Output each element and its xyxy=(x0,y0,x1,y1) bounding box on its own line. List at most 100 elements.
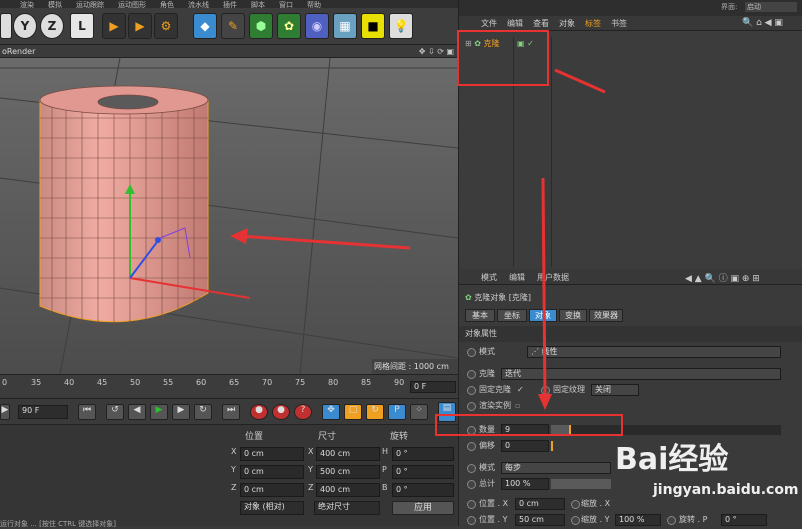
cube-icon[interactable]: ◆ xyxy=(193,13,217,39)
deformer-icon[interactable]: ◉ xyxy=(305,13,329,39)
attribute-nav-icons[interactable]: ◀ ▲ 🔍 ⓘ ▣ ⊕ ⊞ xyxy=(685,271,760,284)
object-menu-item[interactable]: 文件 xyxy=(481,16,497,31)
3d-viewport[interactable]: 网格间距 : 1000 cm xyxy=(0,58,458,374)
menu-item[interactable]: 运动跟踪 xyxy=(76,1,104,8)
position-input[interactable]: 0 cm xyxy=(240,465,304,479)
go-end-button[interactable]: ⏭ xyxy=(222,404,240,420)
subdivision-icon[interactable]: ⬢ xyxy=(249,13,273,39)
offset-slider[interactable] xyxy=(551,441,553,451)
rotate-key-icon[interactable]: ↻ xyxy=(366,404,384,420)
rotation-p-input[interactable]: 0 ° xyxy=(721,514,767,526)
menu-item[interactable]: 插件 xyxy=(223,1,237,8)
menu-item[interactable]: 模拟 xyxy=(48,1,62,8)
tab-0[interactable]: 基本 xyxy=(465,309,495,322)
mode-radio[interactable] xyxy=(467,348,476,357)
camera-icon[interactable]: ■ xyxy=(361,13,385,39)
position-y-radio[interactable] xyxy=(467,516,476,525)
scale-x-radio[interactable] xyxy=(571,500,580,509)
render-settings-button[interactable]: ⚙ xyxy=(154,13,178,39)
position-x-input[interactable]: 0 cm xyxy=(515,498,565,510)
object-menu-item[interactable]: 查看 xyxy=(533,16,549,31)
clone-radio[interactable] xyxy=(467,370,476,379)
help-icon[interactable]: ? xyxy=(294,404,312,420)
pen-icon[interactable]: ✎ xyxy=(221,13,245,39)
prev-frame-button[interactable]: ◀ xyxy=(128,404,146,420)
prev-key-button[interactable]: ↺ xyxy=(106,404,124,420)
fix-texture-select[interactable]: 关闭 xyxy=(591,384,639,396)
scale-y-input[interactable]: 100 % xyxy=(615,514,661,526)
attribute-menu-item[interactable]: 模式 xyxy=(481,270,497,285)
step-mode-radio[interactable] xyxy=(467,464,476,473)
menu-item[interactable]: 流水线 xyxy=(188,1,209,8)
rotation-input[interactable]: 0 ° xyxy=(392,483,454,497)
tab-1[interactable]: 坐标 xyxy=(497,309,527,322)
size-input[interactable]: 400 cm xyxy=(316,447,380,461)
fix-clone-checkbox[interactable]: ✓ xyxy=(517,382,524,398)
render-picture-button[interactable]: ▶ xyxy=(128,13,152,39)
object-manager-tool-icons[interactable]: 🔍 ⌂ ◀ ▣ xyxy=(742,18,783,28)
render-instance-radio[interactable] xyxy=(467,402,476,411)
object-menu-item[interactable]: 标签 xyxy=(585,16,601,31)
axis-y-button[interactable]: Y xyxy=(13,13,37,39)
move-key-icon[interactable]: ✥ xyxy=(322,404,340,420)
total-radio[interactable] xyxy=(467,480,476,489)
position-y-input[interactable]: 50 cm xyxy=(515,514,565,526)
light-icon[interactable]: 💡 xyxy=(389,13,413,39)
axis-x-button[interactable] xyxy=(0,13,12,39)
render-view-button[interactable]: ▶ xyxy=(102,13,126,39)
total-input[interactable]: 100 % xyxy=(501,478,549,490)
current-frame-field[interactable]: 0 F xyxy=(410,381,456,393)
tab-3[interactable]: 变换 xyxy=(559,309,587,322)
timeline[interactable]: 0 F 0 35 40 45 50 55 60 65 70 75 80 85 90 xyxy=(0,374,458,398)
menu-item[interactable]: 窗口 xyxy=(279,1,293,8)
menu-item[interactable]: 脚本 xyxy=(251,1,265,8)
menu-item[interactable]: 角色 xyxy=(160,1,174,8)
rotation-input[interactable]: 0 ° xyxy=(392,465,454,479)
scale-y-radio[interactable] xyxy=(571,516,580,525)
mode-select[interactable]: ⋰ 线性 xyxy=(527,346,781,358)
go-start-button[interactable]: ⏮ xyxy=(78,404,96,420)
end-frame-field[interactable]: 90 F xyxy=(18,405,68,419)
param-key-icon[interactable]: P xyxy=(388,404,406,420)
play-button[interactable]: ▶ xyxy=(150,404,168,420)
menu-item[interactable]: 帮助 xyxy=(307,1,321,8)
attribute-menu-item[interactable]: 编辑 xyxy=(509,270,525,285)
coordinate-mode-select[interactable]: 对象 (相对) xyxy=(240,501,304,515)
tab-4[interactable]: 效果器 xyxy=(589,309,623,322)
viewport-nav-icons[interactable]: ✥ ⇩ ⟳ ▣ xyxy=(419,45,454,58)
scale-key-icon[interactable]: ▢ xyxy=(344,404,362,420)
total-slider[interactable] xyxy=(551,479,611,489)
render-instance-checkbox[interactable]: ▫ xyxy=(515,398,520,414)
object-menu-item[interactable]: 对象 xyxy=(559,16,575,31)
size-mode-select[interactable]: 绝对尺寸 xyxy=(314,501,380,515)
offset-radio[interactable] xyxy=(467,442,476,451)
pla-key-icon[interactable]: ⁘ xyxy=(410,404,428,420)
cloner-icon[interactable]: ✿ xyxy=(277,13,301,39)
object-menu-item[interactable]: 编辑 xyxy=(507,16,523,31)
cylinder-mesh[interactable] xyxy=(39,85,209,327)
layout-select[interactable]: 启动 xyxy=(745,2,797,12)
apply-button[interactable]: 应用 xyxy=(392,501,454,515)
next-frame-button[interactable]: ▶ xyxy=(172,404,190,420)
axis-z-button[interactable]: Z xyxy=(40,13,64,39)
play-range-button[interactable]: ▶ xyxy=(0,404,10,420)
position-input[interactable]: 0 cm xyxy=(240,483,304,497)
offset-input[interactable]: 0 xyxy=(501,440,549,452)
floor-icon[interactable]: ▦ xyxy=(333,13,357,39)
next-key-button[interactable]: ↻ xyxy=(194,404,212,420)
rotation-p-radio[interactable] xyxy=(667,516,676,525)
rotation-input[interactable]: 0 ° xyxy=(392,447,454,461)
step-mode-select[interactable]: 每步 xyxy=(501,462,611,474)
fix-clone-radio[interactable] xyxy=(467,386,476,395)
position-input[interactable]: 0 cm xyxy=(240,447,304,461)
mode-row: 模式 ⋰ 线性 xyxy=(459,344,802,360)
size-input[interactable]: 400 cm xyxy=(316,483,380,497)
position-x-radio[interactable] xyxy=(467,500,476,509)
size-input[interactable]: 500 cm xyxy=(316,465,380,479)
coordinate-system-button[interactable]: L xyxy=(70,13,94,39)
menu-item[interactable]: 渲染 xyxy=(20,1,34,8)
object-menu-item[interactable]: 书签 xyxy=(611,16,627,31)
record-icon[interactable]: ● xyxy=(250,404,268,420)
menu-item[interactable]: 运动图形 xyxy=(118,1,146,8)
auto-key-icon[interactable]: ● xyxy=(272,404,290,420)
